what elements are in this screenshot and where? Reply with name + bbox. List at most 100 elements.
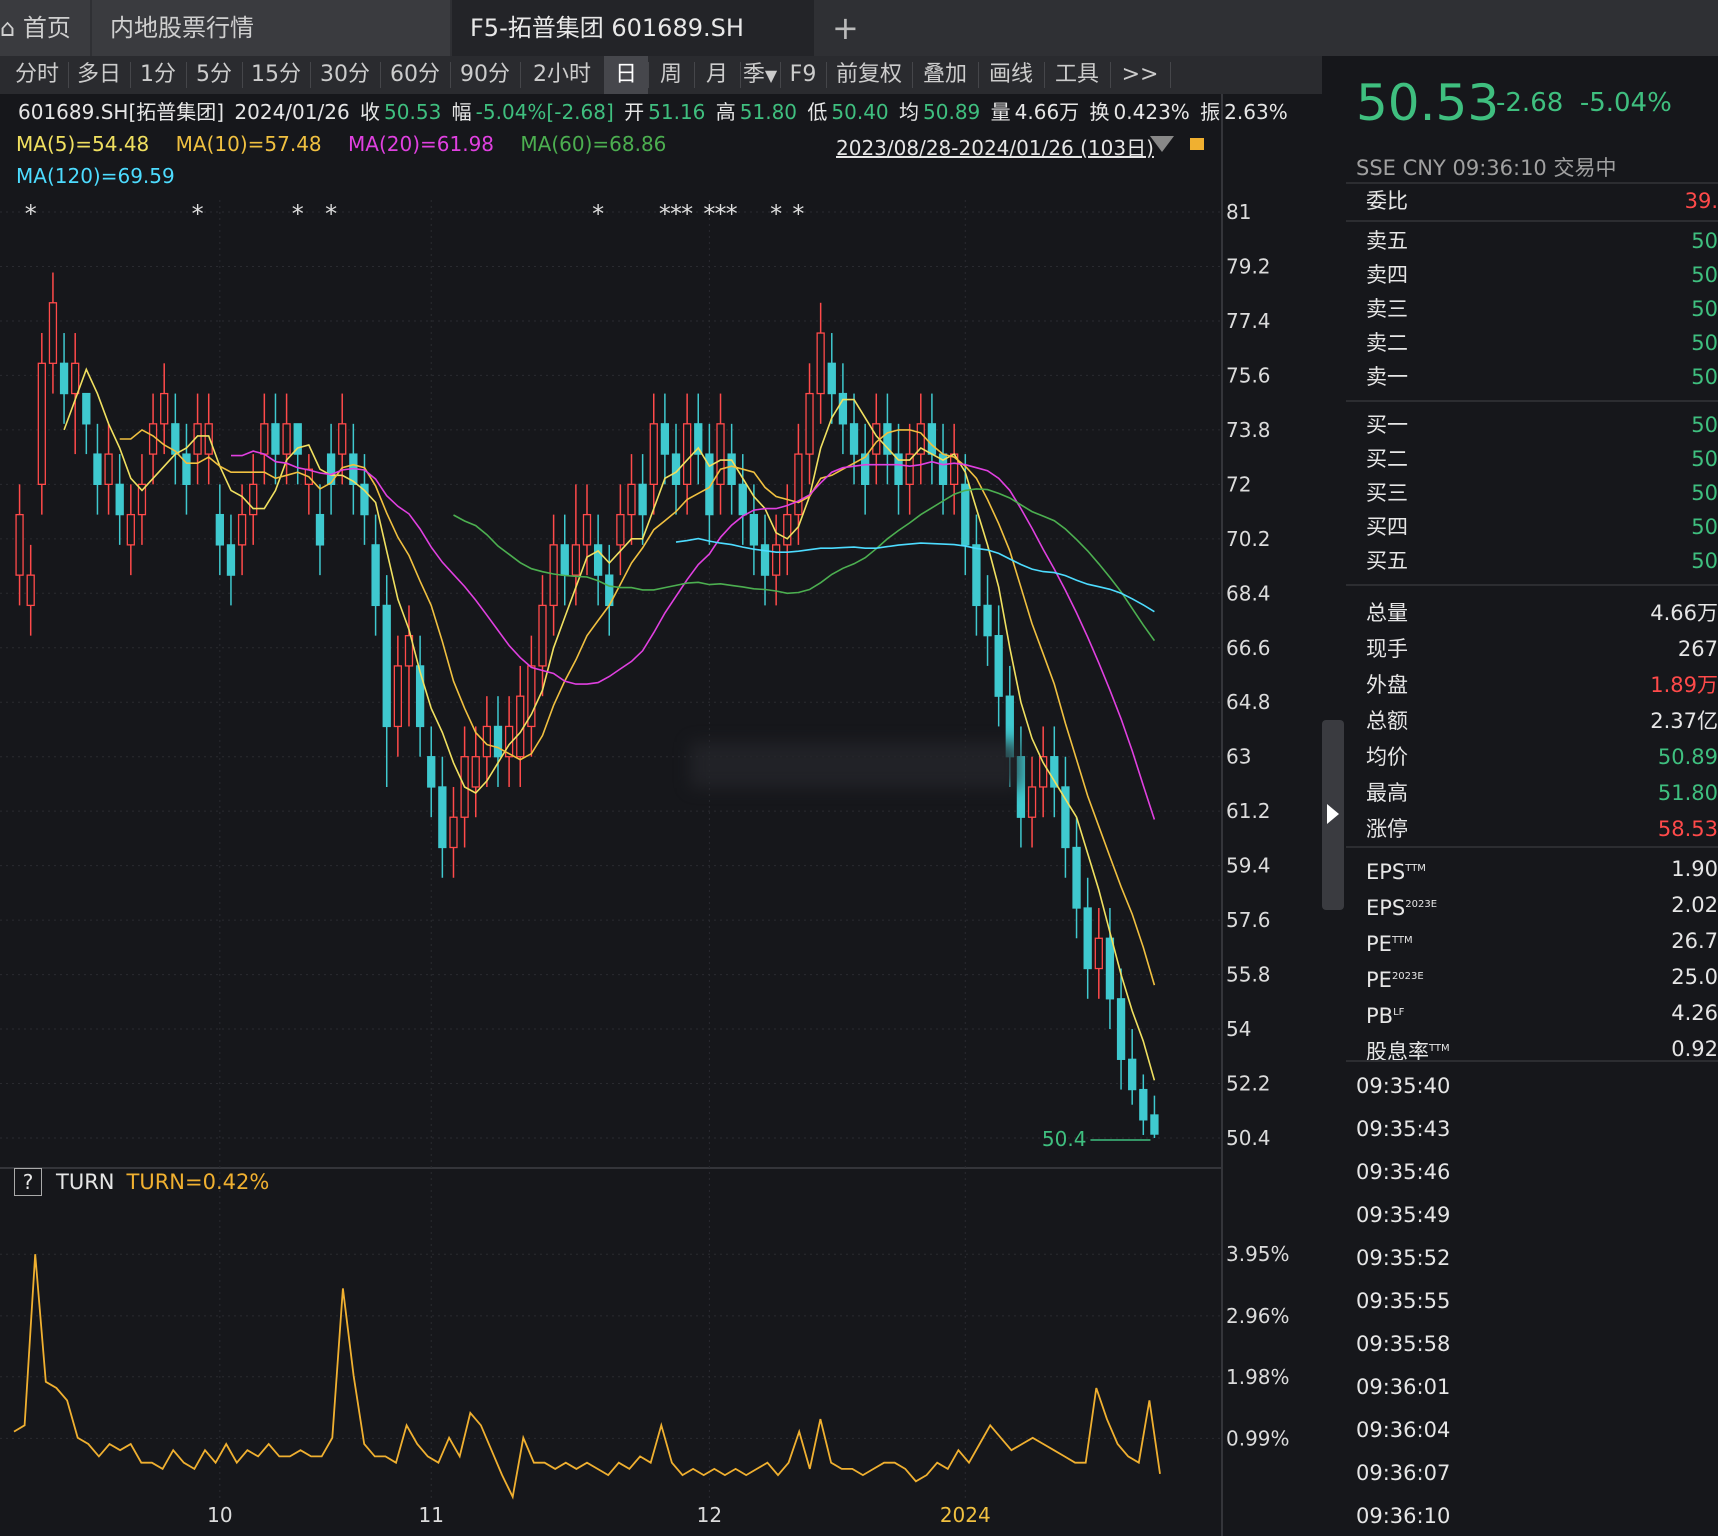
candle-body	[983, 604, 992, 637]
fundamental-row: PBLF 4.26	[1366, 996, 1718, 1030]
fundamental-row-value: 26.7	[1671, 929, 1718, 953]
ask-row: 卖三 50	[1366, 292, 1718, 326]
candle-body	[994, 635, 1003, 697]
ask-row-value: 50	[1691, 331, 1718, 355]
y-tick-label: 77.4	[1226, 309, 1271, 333]
y-tick-label: 73.8	[1226, 418, 1271, 442]
y-tick-label: 52.2	[1226, 1072, 1271, 1096]
tick-time: 09:35:40	[1356, 1074, 1451, 1098]
last-price-label: 50.4	[1042, 1127, 1087, 1151]
candle-body	[682, 423, 692, 486]
sub-indicator-name[interactable]: TURN	[56, 1170, 115, 1194]
ask-row: 卖五 50	[1366, 224, 1718, 258]
fundamental-row-value: 25.0	[1671, 965, 1718, 989]
fundamental-row: PE2023E 25.0	[1366, 960, 1718, 994]
y-tick-label: 59.4	[1226, 854, 1271, 878]
candle-body	[961, 483, 970, 546]
candle-body	[37, 362, 46, 486]
turn-tick-label: 1.98%	[1226, 1365, 1290, 1389]
y-tick-label: 81	[1226, 200, 1251, 224]
y-tick-label: 75.6	[1226, 363, 1271, 387]
stat-row-value: 1.89万	[1650, 673, 1718, 697]
candle-body	[616, 513, 625, 546]
candle-body	[48, 302, 58, 364]
stat-row: 最高 51.80	[1366, 776, 1718, 810]
stat-row: 总量 4.66万	[1366, 596, 1718, 630]
candle-body	[126, 513, 135, 546]
last-price: 50.53	[1356, 74, 1500, 132]
fundamental-row-label: EPS2023E	[1366, 896, 1438, 920]
candle-body	[59, 362, 69, 395]
candle-body	[716, 423, 725, 486]
collapse-panel-button[interactable]	[1322, 720, 1344, 910]
bid-row: 买二 50	[1366, 442, 1718, 476]
bid-row: 买五 50	[1366, 544, 1718, 578]
stat-row: 外盘 1.89万	[1366, 668, 1718, 702]
candle-body	[15, 513, 24, 576]
candle-body	[516, 695, 525, 758]
sub-indicator-header: ? TURN TURN=0.42%	[14, 1168, 269, 1196]
candle-body	[438, 786, 447, 849]
bid-row-label: 买一	[1366, 413, 1408, 437]
candle-body	[82, 392, 91, 425]
event-star-marker: *	[681, 200, 693, 228]
candle-body	[805, 392, 814, 455]
stat-row-label: 现手	[1366, 637, 1408, 661]
event-star-marker: *	[592, 200, 604, 228]
panel-separator	[1346, 220, 1718, 222]
candle-body	[471, 756, 480, 788]
price-change: -2.68 -5.04%	[1496, 88, 1672, 118]
candle-body	[182, 453, 191, 486]
stat-row-label: 均价	[1366, 745, 1408, 769]
candle-body	[104, 453, 113, 486]
dropdown-triangle-icon	[1150, 136, 1174, 152]
fundamental-row-value: 1.90	[1671, 857, 1718, 881]
kline-chart[interactable]: 81 79.2 77.4 75.6 73.8 72 70.2 68.4 66.6 64.8 63 61…	[0, 0, 1322, 1536]
ask-row-label: 卖五	[1366, 229, 1408, 253]
candle-body	[415, 665, 425, 728]
ma120-line	[675, 537, 1155, 613]
candle-body	[315, 513, 325, 546]
fundamental-row-value: 4.26	[1671, 1001, 1718, 1025]
stat-row: 总额 2.37亿	[1366, 704, 1718, 738]
ask-row-label: 卖四	[1366, 263, 1408, 287]
stat-row-label: 总量	[1366, 601, 1408, 625]
turn-tick-label: 3.95%	[1226, 1242, 1290, 1266]
lock-icon	[1190, 138, 1204, 150]
candle-body	[927, 423, 937, 455]
y-tick-label: 68.4	[1226, 581, 1271, 605]
candle-body	[1116, 998, 1126, 1060]
blurred-watermark	[690, 742, 1020, 788]
tick-time: 09:35:49	[1356, 1203, 1451, 1227]
fundamental-row-value: 2.02	[1671, 893, 1718, 917]
candle-body	[1072, 846, 1081, 909]
candle-body	[582, 513, 592, 546]
ask-row: 卖四 50	[1366, 258, 1718, 292]
candle-body	[1105, 937, 1115, 1000]
stat-row: 均价 50.89	[1366, 740, 1718, 774]
ask-row: 卖二 50	[1366, 326, 1718, 360]
help-icon[interactable]: ?	[14, 1168, 42, 1196]
ask-row-label: 卖二	[1366, 331, 1408, 355]
x-tick-label: 10	[207, 1503, 232, 1527]
bid-row-value: 50	[1691, 413, 1718, 437]
ma5-line	[63, 367, 1156, 1081]
panel-separator	[1346, 584, 1718, 586]
bid-row-label: 买二	[1366, 447, 1408, 471]
candle-body	[838, 392, 848, 425]
candle-body	[382, 604, 391, 728]
ask-row-value: 50	[1691, 297, 1718, 321]
candle-body	[660, 423, 670, 455]
candle-body	[972, 544, 981, 607]
candle-body	[160, 392, 169, 425]
stat-row-value: 50.89	[1657, 745, 1718, 769]
candle-body	[493, 725, 503, 758]
panel-separator	[1346, 846, 1718, 848]
y-tick-label: 54	[1226, 1017, 1251, 1041]
candle-body	[760, 544, 770, 576]
candle-body	[148, 423, 158, 455]
candle-body	[249, 483, 258, 516]
candle-body	[1139, 1088, 1148, 1121]
change-value: -2.68	[1496, 88, 1564, 118]
tick-time: 09:36:10	[1356, 1504, 1451, 1528]
